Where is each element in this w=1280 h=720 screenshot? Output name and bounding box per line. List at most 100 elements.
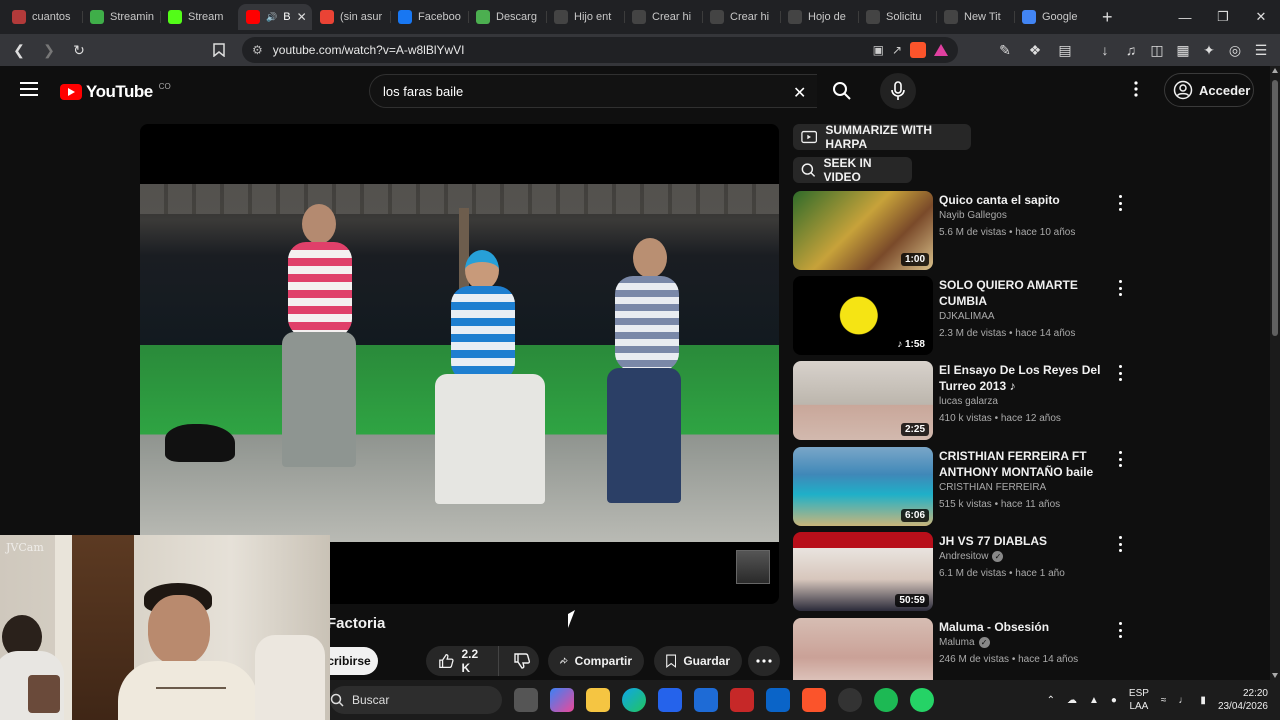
- recommended-video[interactable]: 6:06 CRISTHIAN FERREIRA FT ANTHONY MONTAÑ…: [793, 447, 1133, 527]
- video-options-icon[interactable]: [1115, 365, 1125, 381]
- recommended-video-title[interactable]: JH VS 77 DIABLAS: [939, 533, 1111, 549]
- recommended-video-title[interactable]: CRISTHIAN FERREIRA FT ANTHONY MONTAÑO ba…: [939, 448, 1111, 480]
- taskbar-search[interactable]: Buscar: [330, 686, 502, 714]
- reload-button[interactable]: ↻: [68, 39, 90, 61]
- tray-overflow-icon[interactable]: ⌃: [1047, 695, 1055, 706]
- clock[interactable]: 22:20 23/04/2026: [1218, 687, 1268, 713]
- channel-name[interactable]: CRISTHIAN FERREIRA: [939, 482, 1046, 493]
- channel-name[interactable]: DJKALIMAA: [939, 311, 995, 322]
- dislike-button[interactable]: [506, 652, 539, 670]
- channel-name[interactable]: Maluma: [939, 637, 975, 648]
- language-indicator[interactable]: ESP LAA: [1129, 687, 1149, 713]
- browser-tab[interactable]: (sin asur: [312, 4, 390, 30]
- shield-app-icon[interactable]: [730, 688, 754, 712]
- scroll-down-arrow[interactable]: [1272, 673, 1278, 678]
- back-button[interactable]: ❮: [8, 39, 30, 61]
- video-thumbnail[interactable]: 6:06: [793, 447, 933, 526]
- vscode-icon[interactable]: [694, 688, 718, 712]
- wallet-icon[interactable]: ▦: [1172, 39, 1194, 61]
- share-page-icon[interactable]: ↗: [892, 43, 902, 57]
- brave-rewards-icon[interactable]: [934, 44, 948, 56]
- sign-in-button[interactable]: Acceder: [1164, 73, 1254, 107]
- browser-tab[interactable]: Stream: [160, 4, 238, 30]
- video-thumbnail[interactable]: ♪ 1:58: [793, 276, 933, 355]
- close-tab-icon[interactable]: ✕: [297, 10, 307, 24]
- browser-tab[interactable]: Descarg: [468, 4, 546, 30]
- video-options-icon[interactable]: [1115, 622, 1125, 638]
- downloads-icon[interactable]: ↓: [1094, 39, 1116, 61]
- recommended-video-title[interactable]: El Ensayo De Los Reyes Del Turreo 2013 ♪: [939, 362, 1111, 394]
- seek-in-video-button[interactable]: SEEK IN VIDEO: [793, 156, 912, 184]
- recommended-video-title[interactable]: SOLO QUIERO AMARTE CUMBIA: [939, 277, 1111, 309]
- tray-mic-icon[interactable]: ●: [1111, 695, 1117, 706]
- channel-name[interactable]: Nayib Gallegos: [939, 210, 1007, 221]
- leo-icon[interactable]: ✦: [1198, 39, 1220, 61]
- volume-icon[interactable]: ♩: [1178, 695, 1188, 706]
- video-options-icon[interactable]: [1115, 451, 1125, 467]
- address-bar[interactable]: ⚙ youtube.com/watch?v=A-w8lBlYwVI ▣ ↗: [242, 37, 958, 63]
- minimize-button[interactable]: —: [1166, 0, 1204, 34]
- browser-tab[interactable]: Crear hi: [702, 4, 780, 30]
- video-player[interactable]: [140, 124, 779, 604]
- spotify-icon[interactable]: [874, 688, 898, 712]
- recommended-video[interactable]: 1:00 Quico canta el sapito Nayib Gallegos 5…: [793, 191, 1133, 271]
- browser-tab[interactable]: 🔊 B ✕: [238, 4, 312, 30]
- browser-tab[interactable]: Streamin: [82, 4, 160, 30]
- whatsapp-icon[interactable]: [910, 688, 934, 712]
- brave-taskbar-icon[interactable]: [802, 688, 826, 712]
- browser-tab[interactable]: Faceboo: [390, 4, 468, 30]
- task-view-icon[interactable]: [514, 688, 538, 712]
- puzzle-icon[interactable]: ❖: [1024, 39, 1046, 61]
- clear-search-icon[interactable]: ✕: [793, 83, 806, 103]
- maximize-button[interactable]: ❐: [1204, 0, 1242, 34]
- like-button[interactable]: 2.2 K: [426, 646, 499, 676]
- onedrive-icon[interactable]: ☁: [1067, 695, 1077, 706]
- share-button[interactable]: Compartir: [548, 646, 644, 676]
- battery-icon[interactable]: ▮: [1200, 695, 1206, 706]
- browser-tab[interactable]: Solicitu: [858, 4, 936, 30]
- summarize-harpa-button[interactable]: SUMMARIZE WITH HARPA: [793, 123, 971, 151]
- forward-button[interactable]: ❯: [38, 39, 60, 61]
- recommended-video[interactable]: 2:25 El Ensayo De Los Reyes Del Turreo 20…: [793, 361, 1133, 441]
- browser-menu-icon[interactable]: ☰: [1250, 39, 1272, 61]
- media-icon[interactable]: ♫: [1120, 39, 1142, 61]
- video-options-icon[interactable]: [1115, 536, 1125, 552]
- copilot-icon[interactable]: [550, 688, 574, 712]
- bluetooth-icon[interactable]: ▲: [1089, 695, 1099, 706]
- cast-icon[interactable]: ▣: [873, 43, 884, 57]
- browser-tab[interactable]: Hojo de: [780, 4, 858, 30]
- video-thumbnail[interactable]: 2:25: [793, 361, 933, 440]
- scroll-thumb[interactable]: [1272, 80, 1278, 336]
- bookmark-icon[interactable]: [208, 39, 230, 61]
- channel-name[interactable]: lucas galarza: [939, 396, 998, 407]
- scroll-up-arrow[interactable]: [1272, 68, 1278, 73]
- video-options-icon[interactable]: [1115, 195, 1125, 211]
- new-tab-button[interactable]: +: [1092, 7, 1123, 28]
- wifi-icon[interactable]: ≈: [1161, 695, 1167, 706]
- browser-tab[interactable]: cuantos: [4, 4, 82, 30]
- audio-playing-icon[interactable]: 🔊: [266, 12, 277, 23]
- more-actions-button[interactable]: [748, 646, 780, 676]
- file-explorer-icon[interactable]: [586, 688, 610, 712]
- brave-shields-icon[interactable]: [910, 42, 926, 58]
- save-button[interactable]: Guardar: [654, 646, 742, 676]
- browser-tab[interactable]: Hijo ent: [546, 4, 624, 30]
- channel-watermark[interactable]: [736, 550, 770, 584]
- recommended-video[interactable]: 50:59 JH VS 77 DIABLAS Andresitow ✓ 6.1 M de…: [793, 532, 1133, 612]
- youtube-logo[interactable]: YouTube CO: [60, 82, 171, 102]
- video-thumbnail[interactable]: 1:00: [793, 191, 933, 270]
- chatgpt-taskbar-icon[interactable]: [838, 688, 862, 712]
- site-info-icon[interactable]: ⚙: [252, 43, 263, 57]
- browser-tab[interactable]: Crear hi: [624, 4, 702, 30]
- recommended-video-title[interactable]: Quico canta el sapito: [939, 192, 1111, 208]
- close-window-button[interactable]: ✕: [1242, 0, 1280, 34]
- outlook-icon[interactable]: [766, 688, 790, 712]
- voice-search-button[interactable]: [880, 73, 916, 109]
- settings-menu-icon[interactable]: [1134, 81, 1138, 102]
- recommended-video-title[interactable]: Maluma - Obsesión: [939, 619, 1111, 635]
- video-options-icon[interactable]: [1115, 280, 1125, 296]
- search-input[interactable]: los faras baile: [369, 74, 817, 108]
- recommended-video[interactable]: ♪ 1:58 SOLO QUIERO AMARTE CUMBIA DJKALIMAA…: [793, 276, 1133, 356]
- browser-tab[interactable]: Google: [1014, 4, 1092, 30]
- sidebar-icon[interactable]: ◫: [1146, 39, 1168, 61]
